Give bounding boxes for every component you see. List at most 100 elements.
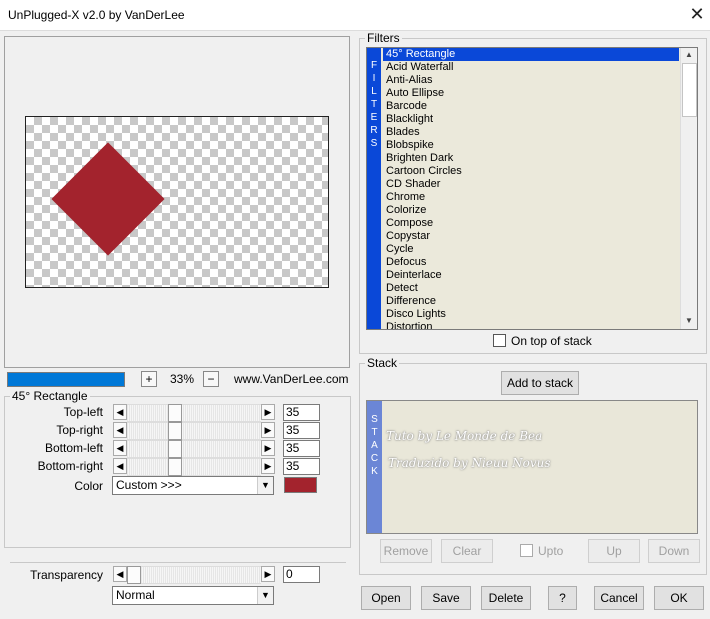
zoom-out-button[interactable]: − [203,371,219,387]
color-label: Color [74,479,103,493]
list-item-selected[interactable]: 45° Rectangle [383,48,679,61]
list-item[interactable]: Difference [383,295,679,308]
strip-letter: K [371,466,378,477]
slider-thumb[interactable] [127,566,141,584]
close-icon[interactable]: ✕ [688,4,706,24]
strip-letter: S [371,414,378,425]
slider-track[interactable] [127,458,261,476]
slider-left-arrow-icon[interactable]: ◀ [113,440,127,456]
top-left-slider[interactable]: ◀ ▶ [113,404,275,422]
slider-thumb[interactable] [168,458,182,476]
save-button[interactable]: Save [421,586,471,610]
list-item[interactable]: Auto Ellipse [383,87,679,100]
slider-thumb[interactable] [168,422,182,440]
upto-checkbox[interactable] [520,544,533,557]
open-button[interactable]: Open [361,586,411,610]
scroll-up-icon[interactable]: ▲ [681,48,697,62]
list-item[interactable]: Blobspike [383,139,679,152]
filters-vertical-label: F I L T E R S [367,48,381,329]
list-item[interactable]: Compose [383,217,679,230]
down-button[interactable]: Down [648,539,700,563]
top-left-value[interactable]: 35 [283,404,320,421]
bottom-left-value[interactable]: 35 [283,440,320,457]
slider-track[interactable] [127,440,261,458]
list-item[interactable]: Distortion [383,321,679,329]
slider-label: Top-left [63,405,103,419]
color-swatch[interactable] [284,477,317,493]
up-button[interactable]: Up [588,539,640,563]
strip-letter: A [371,440,378,451]
zoom-in-button[interactable]: + [141,371,157,387]
filter-list-scrollbar[interactable]: ▲ ▼ [680,48,697,329]
list-item[interactable]: Cartoon Circles [383,165,679,178]
watermark-text: Traduzido by Nieuu Novus [388,456,551,470]
slider-right-arrow-icon[interactable]: ▶ [261,566,275,582]
slider-right-arrow-icon[interactable]: ▶ [261,440,275,456]
slider-thumb[interactable] [168,440,182,458]
list-item[interactable]: Detect [383,282,679,295]
params-group-title: 45° Rectangle [10,389,90,403]
strip-letter: R [370,125,378,136]
slider-left-arrow-icon[interactable]: ◀ [113,566,127,582]
slider-right-arrow-icon[interactable]: ▶ [261,404,275,420]
clear-button[interactable]: Clear [441,539,493,563]
on-top-label: On top of stack [511,334,592,348]
slider-track[interactable] [127,422,261,440]
list-item[interactable]: CD Shader [383,178,679,191]
bottom-right-slider[interactable]: ◀ ▶ [113,458,275,476]
remove-button[interactable]: Remove [380,539,432,563]
chevron-down-icon[interactable]: ▼ [257,477,273,494]
strip-letter: S [370,138,378,149]
window-title: UnPlugged-X v2.0 by VanDerLee [8,8,185,22]
slider-left-arrow-icon[interactable]: ◀ [113,404,127,420]
slider-track[interactable] [127,566,261,584]
top-right-value[interactable]: 35 [283,422,320,439]
chevron-down-icon[interactable]: ▼ [257,587,273,604]
list-item[interactable]: Cycle [383,243,679,256]
list-item[interactable]: Disco Lights [383,308,679,321]
filters-group-title: Filters [365,31,402,45]
list-item[interactable]: Chrome [383,191,679,204]
blend-mode-value: Normal [116,588,155,602]
help-button[interactable]: ? [548,586,577,610]
list-item[interactable]: Deinterlace [383,269,679,282]
bottom-right-value[interactable]: 35 [283,458,320,475]
delete-button[interactable]: Delete [481,586,531,610]
list-item[interactable]: Defocus [383,256,679,269]
preview-canvas[interactable] [25,116,329,288]
color-dropdown[interactable]: Custom >>> ▼ [112,476,274,495]
slider-thumb[interactable] [168,404,182,422]
list-item[interactable]: Barcode [383,100,679,113]
strip-letter: L [371,86,377,97]
transparency-slider[interactable]: ◀ ▶ [113,566,275,584]
slider-right-arrow-icon[interactable]: ▶ [261,422,275,438]
filter-list[interactable]: F I L T E R S 45° Rectangle Acid Waterfa… [366,47,698,330]
on-top-checkbox[interactable] [493,334,506,347]
website-link[interactable]: www.VanDerLee.com [234,372,349,386]
slider-left-arrow-icon[interactable]: ◀ [113,422,127,438]
strip-letter: T [371,427,378,438]
blend-mode-dropdown[interactable]: Normal ▼ [112,586,274,605]
list-item[interactable]: Anti-Alias [383,74,679,87]
list-item[interactable]: Colorize [383,204,679,217]
list-item[interactable]: Acid Waterfall [383,61,679,74]
list-item[interactable]: Blades [383,126,679,139]
ok-button[interactable]: OK [654,586,704,610]
cancel-button[interactable]: Cancel [594,586,644,610]
scroll-thumb[interactable] [682,63,697,117]
slider-track[interactable] [127,404,261,422]
scroll-down-icon[interactable]: ▼ [681,314,697,328]
strip-letter: I [372,73,376,84]
slider-left-arrow-icon[interactable]: ◀ [113,458,127,474]
transparency-value[interactable]: 0 [283,566,320,583]
list-item[interactable]: Brighten Dark [383,152,679,165]
list-item[interactable]: Copystar [383,230,679,243]
slider-right-arrow-icon[interactable]: ▶ [261,458,275,474]
color-dropdown-value: Custom >>> [116,478,182,492]
add-to-stack-button[interactable]: Add to stack [501,371,579,395]
strip-letter: F [370,60,378,71]
zoom-level: 33% [170,372,195,386]
bottom-left-slider[interactable]: ◀ ▶ [113,440,275,458]
list-item[interactable]: Blacklight [383,113,679,126]
top-right-slider[interactable]: ◀ ▶ [113,422,275,440]
